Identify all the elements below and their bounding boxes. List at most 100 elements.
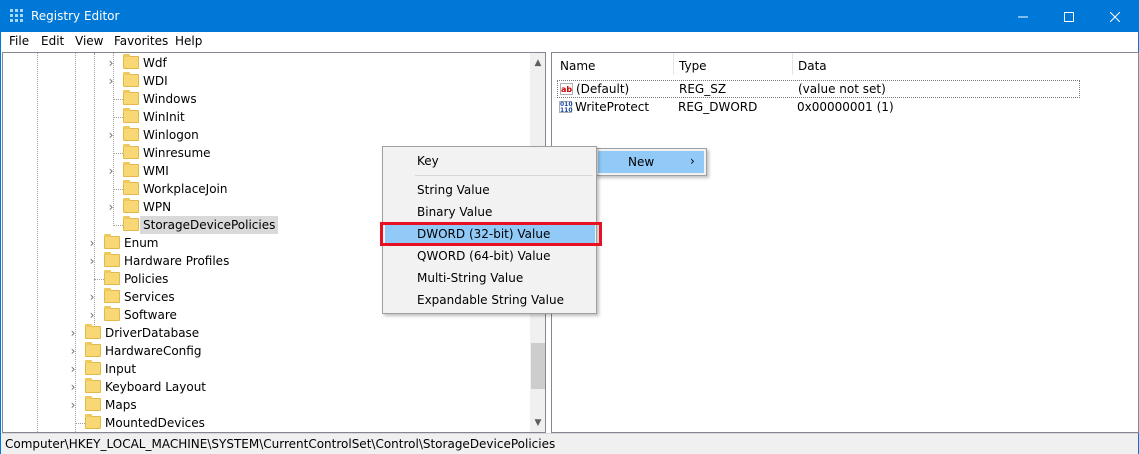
menu-help[interactable]: Help (175, 34, 202, 48)
folder-icon (123, 108, 139, 123)
folder-icon (123, 162, 139, 177)
menu-item-multi-string-value[interactable]: Multi-String Value (385, 267, 595, 289)
column-header-name[interactable]: Name (560, 59, 595, 73)
tree-item-hardwareconfig[interactable]: › HardwareConfig (3, 342, 530, 360)
tree-item-mounteddevices[interactable]: MountedDevices (3, 414, 530, 432)
folder-icon (85, 378, 101, 393)
tree-guide-line (113, 153, 123, 154)
tree-item-keyboard-layout[interactable]: › Keyboard Layout (3, 378, 530, 396)
chevron-right-icon[interactable]: › (88, 291, 96, 303)
tree-item-wininit[interactable]: WinInit (3, 108, 530, 126)
tree-item-input[interactable]: › Input (3, 360, 530, 378)
context-menu-parent: New › (595, 148, 707, 176)
tree-item-label: Winlogon (143, 128, 199, 142)
menu-item-binary-value[interactable]: Binary Value (385, 201, 595, 223)
scroll-up-arrow-icon[interactable]: ▲ (530, 55, 545, 71)
value-type: REG_DWORD (678, 100, 758, 114)
window-title: Registry Editor (31, 9, 120, 23)
menu-favorites[interactable]: Favorites (114, 34, 168, 48)
chevron-right-icon[interactable]: › (107, 57, 115, 69)
tree-guide-line (113, 99, 123, 100)
tree-item-maps[interactable]: › Maps (3, 396, 530, 414)
tree-item-label: DriverDatabase (105, 326, 200, 340)
maximize-button[interactable] (1046, 1, 1092, 32)
folder-icon (123, 180, 139, 195)
tree-item-label: Keyboard Layout (105, 380, 207, 394)
scrollbar-thumb[interactable] (531, 343, 545, 389)
tree-item-label: WPN (143, 200, 172, 214)
folder-icon (85, 414, 101, 429)
value-data: (value not set) (798, 82, 886, 96)
tree-item-label: Services (124, 290, 175, 304)
column-divider[interactable] (792, 53, 793, 75)
tree-guide-line (113, 117, 123, 118)
menu-item-expandable-string-value[interactable]: Expandable String Value (385, 289, 595, 311)
tree-item-label: WorkplaceJoin (143, 182, 228, 196)
tree-item-label: Maps (105, 398, 137, 412)
folder-icon (104, 234, 120, 249)
highlight-annotation-box (380, 222, 602, 246)
minimize-icon (1018, 16, 1028, 17)
tree-guide-line (113, 189, 123, 190)
scroll-down-arrow-icon[interactable]: ▼ (530, 415, 545, 431)
tree-item-winlogon[interactable]: › Winlogon (3, 126, 530, 144)
tree-item-wdf[interactable]: › Wdf (3, 54, 530, 72)
values-pane[interactable]: Name Type Data ab (Default) REG_SZ (valu… (551, 52, 1139, 433)
chevron-right-icon[interactable]: › (69, 345, 77, 357)
menu-item-key[interactable]: Key (385, 150, 595, 172)
chevron-right-icon[interactable]: › (107, 75, 115, 87)
chevron-right-icon[interactable]: › (69, 399, 77, 411)
folder-icon (123, 198, 139, 213)
tree-item-label: HardwareConfig (105, 344, 202, 358)
menu-item-qword-value[interactable]: QWORD (64-bit) Value (385, 245, 595, 267)
folder-icon (123, 54, 139, 69)
chevron-right-icon[interactable]: › (88, 255, 96, 267)
menu-view[interactable]: View (75, 34, 103, 48)
tree-item-label: Wdf (143, 56, 167, 70)
folder-icon (85, 324, 101, 339)
column-header-data[interactable]: Data (798, 59, 827, 73)
tree-guide-line (75, 423, 85, 424)
folder-icon (104, 270, 120, 285)
minimize-button[interactable] (1000, 1, 1046, 32)
close-button[interactable] (1092, 1, 1138, 32)
menu-separator (415, 175, 593, 176)
tree-item-windows[interactable]: Windows (3, 90, 530, 108)
menu-item-string-value[interactable]: String Value (385, 179, 595, 201)
folder-icon (104, 288, 120, 303)
folder-icon (123, 72, 139, 87)
title-bar[interactable]: Registry Editor (1, 1, 1138, 32)
value-row-default[interactable]: ab (Default) REG_SZ (value not set) (557, 80, 1080, 98)
tree-item-label: Policies (124, 272, 169, 286)
menu-item-new[interactable]: New › (598, 151, 704, 173)
chevron-right-icon[interactable]: › (88, 309, 96, 321)
folder-icon (85, 342, 101, 357)
chevron-right-icon[interactable]: › (107, 201, 115, 213)
chevron-right-icon[interactable]: › (69, 381, 77, 393)
menu-file[interactable]: File (9, 34, 29, 48)
value-data: 0x00000001 (1) (797, 100, 894, 114)
tree-item-label: Input (105, 362, 137, 376)
value-name: WriteProtect (575, 100, 650, 114)
tree-guide-line (94, 279, 104, 280)
value-name: (Default) (576, 82, 630, 96)
folder-icon (123, 126, 139, 141)
tree-item-driverdatabase[interactable]: › DriverDatabase (3, 324, 530, 342)
string-value-icon: ab (560, 83, 573, 95)
folder-icon (104, 306, 120, 321)
tree-item-label: Enum (124, 236, 159, 250)
tree-item-label: MountedDevices (105, 416, 205, 430)
tree-item-label-selected: StorageDevicePolicies (140, 216, 279, 234)
chevron-right-icon[interactable]: › (88, 237, 96, 249)
chevron-right-icon[interactable]: › (107, 129, 115, 141)
folder-icon (104, 252, 120, 267)
tree-item-wdi[interactable]: › WDI (3, 72, 530, 90)
value-row-writeprotect[interactable]: 010 110 WriteProtect REG_DWORD 0x00000001… (557, 99, 1080, 117)
chevron-right-icon[interactable]: › (107, 165, 115, 177)
column-header-type[interactable]: Type (679, 59, 707, 73)
chevron-right-icon[interactable]: › (69, 363, 77, 375)
menu-edit[interactable]: Edit (41, 34, 64, 48)
column-divider[interactable] (673, 53, 674, 75)
folder-icon (85, 396, 101, 411)
chevron-right-icon[interactable]: › (69, 327, 77, 339)
